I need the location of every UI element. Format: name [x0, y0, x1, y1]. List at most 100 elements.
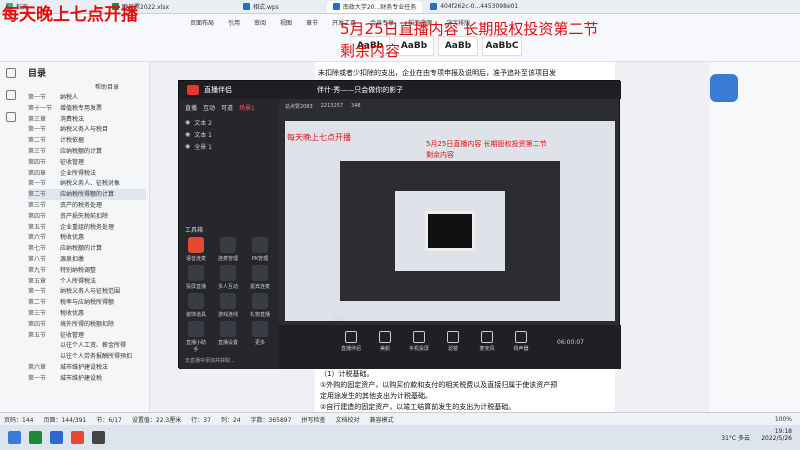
tab-label: 南政大学20...财务专业任务 — [342, 4, 417, 11]
search-icon[interactable] — [6, 112, 16, 122]
toc-item[interactable]: 第四节 资产损失税前扣除 — [28, 211, 146, 222]
tool-button[interactable]: 嘉宾连麦 — [249, 265, 271, 290]
toc-text: 境外所得的税额扣除 — [60, 320, 115, 328]
bookmark-icon[interactable] — [6, 90, 16, 100]
scene-row[interactable]: ◉ 文本 2 — [179, 116, 279, 128]
tool-icon — [188, 237, 204, 253]
menu-item[interactable]: 页面布局 — [190, 18, 214, 27]
tool-label: 直播设置 — [217, 340, 238, 346]
bottom-btn[interactable]: 扬声器 — [509, 331, 533, 369]
scene-row[interactable]: ◉ 全景 1 — [179, 140, 279, 152]
toc-item[interactable]: 第六节 税收优惠 — [28, 232, 146, 243]
tool-button[interactable]: 投屏直播 — [185, 265, 207, 290]
tool-button[interactable]: 装饰道具 — [185, 293, 207, 318]
tool-label: 连麦管理 — [217, 256, 238, 262]
assistant-icon[interactable] — [710, 74, 738, 102]
overlay-inner-schedule: 每天晚上七点开播 — [287, 133, 351, 142]
toc-item[interactable]: 第四节 境外所得的税额扣除 — [28, 319, 146, 330]
toc-chapter: 第五节 — [28, 331, 47, 339]
live-header: 直播伴侣 伴什·秀——只会做你的影子 — [179, 81, 621, 99]
toc-chapter — [28, 351, 56, 362]
toc-item[interactable]: 以往个人工资、薪金所得 — [28, 340, 146, 351]
bottom-btn[interactable]: 滤镜 — [441, 331, 465, 369]
tab-label: 相式.wps — [253, 4, 279, 11]
toc-item[interactable]: 第六章 城市维护建设税法 — [28, 362, 146, 373]
status-item: 兼容模式 — [369, 416, 394, 424]
toc-item[interactable]: 第一节 纳税人 — [28, 92, 146, 103]
toc-item[interactable]: 第八节 源泉扣缴 — [28, 254, 146, 265]
live-tab[interactable]: 场景1 — [239, 103, 255, 112]
app-icon[interactable] — [29, 431, 42, 444]
toc-item[interactable]: 第三节 资产的税务处理 — [28, 200, 146, 211]
live-tab[interactable]: 互动 — [203, 103, 215, 112]
toc-item[interactable]: 第七节 应纳税额的计算 — [28, 243, 146, 254]
toc-item[interactable]: 第三节 税收优惠 — [28, 308, 146, 319]
windows-start-icon[interactable] — [8, 431, 21, 444]
tool-button[interactable]: 连麦管理 — [217, 237, 239, 262]
toc-item[interactable]: 以往个人劳务报酬所得预扣 — [28, 351, 146, 362]
live-tab[interactable]: 直播 — [185, 103, 197, 112]
toc-item[interactable]: 第九节 特别纳税调整 — [28, 265, 146, 276]
toc-item[interactable]: 第五节 征收管理 — [28, 330, 146, 341]
scene-label: 全景 1 — [194, 143, 212, 151]
bottom-btn[interactable]: 手机投屏 — [407, 331, 431, 369]
zoom-level[interactable]: 100% — [775, 416, 792, 423]
scene-row[interactable]: ◉ 文本 1 — [179, 128, 279, 140]
toc-item[interactable]: 第三节 应纳税额的计算 — [28, 146, 146, 157]
live-tab[interactable]: 可道 — [221, 103, 233, 112]
tool-button[interactable]: 直播小助手 — [185, 321, 207, 353]
toc-item[interactable]: 第一节 城市维护建设税 — [28, 373, 146, 384]
menu-item[interactable]: 章节 — [306, 18, 318, 27]
eye-icon[interactable]: ◉ — [185, 143, 190, 150]
toc-item[interactable]: 第三章 消费税法 — [28, 114, 146, 125]
toc-item[interactable]: 第二节 税率与应纳税所得额 — [28, 297, 146, 308]
status-item: 字数：365897 — [250, 416, 292, 424]
live-timer: 06:00:07 — [557, 339, 584, 346]
tab-2[interactable]: 相式.wps — [237, 0, 285, 13]
eye-icon[interactable]: ◉ — [185, 119, 190, 126]
toc-item[interactable]: 第一节 纳税义务人与税目 — [28, 124, 146, 135]
app-icon[interactable] — [71, 431, 84, 444]
toc-text: 资产损失税前扣除 — [60, 212, 109, 220]
toc-item[interactable]: 第五章 个人所得税法 — [28, 276, 146, 287]
toc-help-button[interactable]: 帮助目录 — [95, 82, 119, 91]
tool-button[interactable]: 游戏连线 — [217, 293, 239, 318]
toc-text: 资产的税务处理 — [60, 201, 103, 209]
style-box[interactable]: AaBbC — [482, 36, 522, 56]
toc-chapter: 第四章 — [28, 169, 47, 177]
toc-item[interactable]: 第一节 纳税义务人与征税范围 — [28, 286, 146, 297]
menu-item[interactable]: 引用 — [228, 18, 240, 27]
nav-icon[interactable] — [6, 68, 16, 78]
tool-button[interactable]: PK管理 — [249, 237, 271, 262]
bottom-btn[interactable]: 麦克风 — [475, 331, 499, 369]
tool-button[interactable]: 直播设置 — [217, 321, 239, 346]
toc-item[interactable]: 第四节 征收管理 — [28, 157, 146, 168]
bottom-btn[interactable]: 美颜 — [373, 331, 397, 369]
tab-4[interactable]: 404f262c-0...4453098e01 — [424, 0, 525, 13]
bottom-btn[interactable]: 直播伴侣 — [339, 331, 363, 369]
toc-item[interactable]: 第二节 计税依据 — [28, 135, 146, 146]
toc-item[interactable]: 第五节 企业重组的税务处理 — [28, 222, 146, 233]
tool-button[interactable]: 更多 — [249, 321, 271, 346]
word-icon — [332, 3, 340, 10]
tool-button[interactable]: 礼物直播 — [249, 293, 271, 318]
status-item: 设置值：22.3厘米 — [131, 416, 182, 424]
toc-item[interactable]: 第四章 企业所得税法 — [28, 168, 146, 179]
stat: 2213257 — [320, 103, 344, 109]
style-box[interactable]: AaBb — [438, 36, 478, 56]
toc-item[interactable]: 第一节 纳税义务人、征税对象 — [28, 178, 146, 189]
eye-icon[interactable]: ◉ — [185, 131, 190, 138]
footer-note: 去直播中添加并获取... — [185, 358, 235, 364]
status-item: 拼写检查 — [301, 416, 326, 424]
app-icon[interactable] — [50, 431, 63, 444]
toc-item[interactable]: 第二节 应纳税所得额的计算 — [28, 189, 146, 200]
menu-item[interactable]: 审阅 — [254, 18, 266, 27]
toc-item[interactable]: 第十一节 增值税专用发票 — [28, 103, 146, 114]
app-icon[interactable] — [92, 431, 105, 444]
toc-chapter: 第十一节 — [28, 104, 53, 112]
tab-3[interactable]: 南政大学20...财务专业任务 — [326, 0, 423, 13]
tool-button[interactable]: 语音连麦 — [185, 237, 207, 262]
menu-item[interactable]: 视图 — [280, 18, 292, 27]
toc-text: 税收优惠 — [60, 309, 85, 317]
tool-button[interactable]: 多人互动 — [217, 265, 239, 290]
